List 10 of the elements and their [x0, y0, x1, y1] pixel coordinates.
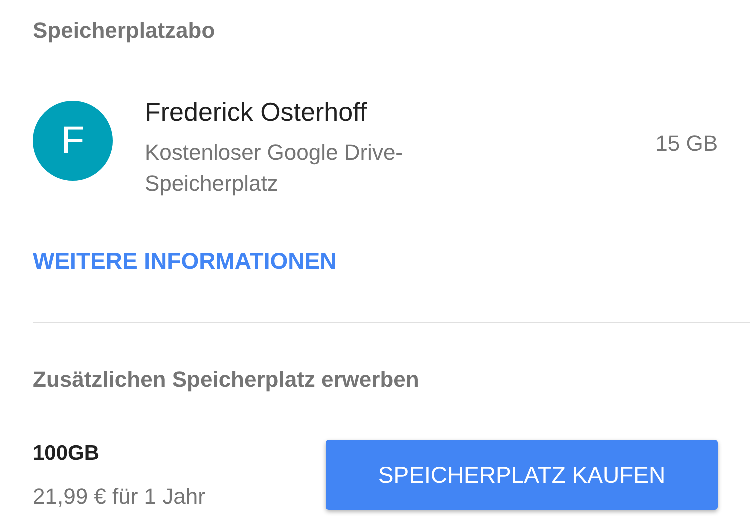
- storage-quota: 15 GB: [656, 130, 718, 158]
- more-info-link[interactable]: WEITERE INFORMATIONEN: [33, 248, 337, 274]
- avatar: F: [33, 101, 113, 181]
- section-heading: Zusätzlichen Speicherplatz erwerben: [33, 366, 420, 394]
- account-name: Frederick Osterhoff: [145, 96, 368, 129]
- storage-size: 100GB: [33, 441, 101, 468]
- section-heading: Speicherplatzabo: [33, 17, 216, 45]
- buy-storage-button[interactable]: SPEICHERPLATZ KAUFEN: [326, 440, 718, 510]
- price: 21,99 € für 1 Jahr: [33, 482, 206, 511]
- plan-description: Kostenloser Google Drive-Speicherplatz: [145, 139, 404, 198]
